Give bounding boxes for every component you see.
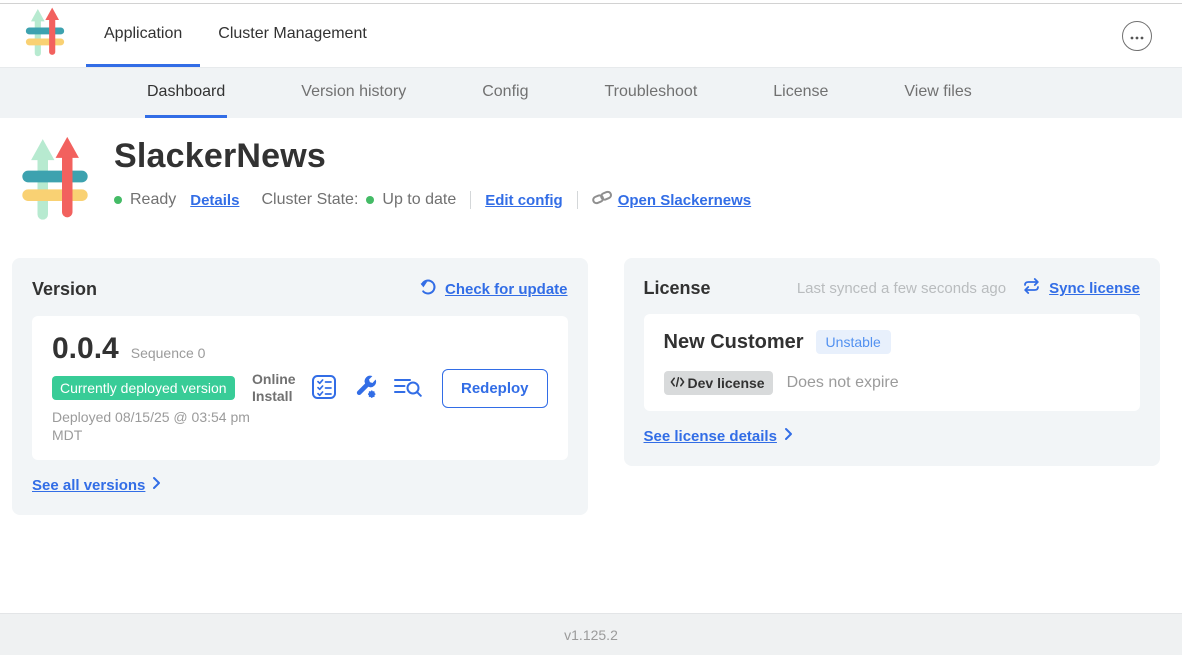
subtab-dashboard[interactable]: Dashboard <box>145 68 227 118</box>
edit-config-button[interactable] <box>352 374 378 403</box>
tab-application-label: Application <box>104 25 182 43</box>
refresh-icon <box>419 278 437 301</box>
tab-cluster-management-label: Cluster Management <box>218 25 367 43</box>
chain-link-icon <box>592 189 612 211</box>
ready-status-text: Ready <box>130 191 176 209</box>
license-details-panel: New Customer Unstable Dev license <box>644 314 1140 411</box>
subtab-version-history[interactable]: Version history <box>299 68 408 118</box>
version-number-row: 0.0.4 Sequence 0 <box>52 332 252 366</box>
lines-magnifier-icon <box>393 376 423 401</box>
check-for-update-link[interactable]: Check for update <box>445 281 568 298</box>
app-sub-nav: Dashboard Version history Config Trouble… <box>0 68 1182 118</box>
current-version-panel: 0.0.4 Sequence 0 Currently deployed vers… <box>32 316 568 460</box>
chevron-right-icon <box>784 427 793 446</box>
checklist-icon <box>311 374 337 403</box>
top-nav-spacer <box>385 4 1122 67</box>
subtab-version-history-label: Version history <box>301 83 406 101</box>
version-controls: Online Install <box>252 369 548 408</box>
license-expiry-text: Does not expire <box>787 374 899 392</box>
ready-status-dot <box>114 196 122 204</box>
subtab-license-label: License <box>773 83 828 101</box>
channel-badge: Unstable <box>816 330 891 354</box>
subtab-view-files[interactable]: View files <box>902 68 973 118</box>
divider <box>470 191 471 209</box>
check-update-group[interactable]: Check for update <box>419 278 568 301</box>
view-logs-button[interactable] <box>393 376 423 401</box>
dashboard-cards: Version Check for update 0.0.4 Sequ <box>12 258 1160 515</box>
deployed-timestamp: Deployed 08/15/25 @ 03:54 pm MDT <box>52 408 252 444</box>
see-license-details-label[interactable]: See license details <box>644 428 777 445</box>
wrench-gear-icon <box>352 374 378 403</box>
ellipsis-icon <box>1130 28 1144 43</box>
license-type-badge: Dev license <box>664 371 773 395</box>
page-title: SlackerNews <box>114 137 751 176</box>
last-synced-text: Last synced a few seconds ago <box>797 280 1006 297</box>
sequence-label: Sequence 0 <box>131 345 206 361</box>
subtab-license[interactable]: License <box>771 68 830 118</box>
console-version: v1.125.2 <box>564 627 618 643</box>
license-card: License Last synced a few seconds ago Sy… <box>624 258 1160 466</box>
tab-cluster-management[interactable]: Cluster Management <box>200 4 385 67</box>
license-card-title: License <box>644 278 711 299</box>
tab-application[interactable]: Application <box>86 4 200 67</box>
sync-license-group: Last synced a few seconds ago Sync licen… <box>797 278 1140 299</box>
redeploy-button[interactable]: Redeploy <box>442 369 548 408</box>
license-type-badge-label: Dev license <box>688 375 765 391</box>
chevron-right-icon <box>152 476 161 495</box>
console-footer: v1.125.2 <box>0 613 1182 655</box>
top-nav-tabs: Application Cluster Management <box>86 4 385 67</box>
app-status-row: Ready Details Cluster State: Up to date … <box>114 189 751 211</box>
version-card: Version Check for update 0.0.4 Sequ <box>12 258 588 515</box>
license-type-row: Dev license Does not expire <box>664 371 1120 395</box>
deployed-version-badge: Currently deployed version <box>52 376 235 400</box>
sync-arrows-icon <box>1022 278 1041 299</box>
subtab-dashboard-label: Dashboard <box>147 83 225 101</box>
customer-name: New Customer <box>664 331 804 354</box>
hash-arrows-logo-icon <box>24 7 66 64</box>
see-license-details-link[interactable]: See license details <box>644 427 793 446</box>
cluster-state-label: Cluster State: <box>261 191 358 209</box>
preflight-checks-button[interactable] <box>311 374 337 403</box>
divider <box>577 191 578 209</box>
code-brackets-icon <box>670 375 685 391</box>
version-card-header: Version Check for update <box>32 278 568 301</box>
see-all-versions-link[interactable]: See all versions <box>32 476 161 495</box>
version-info-column: 0.0.4 Sequence 0 Currently deployed vers… <box>52 332 252 444</box>
customer-row: New Customer Unstable <box>664 330 1120 354</box>
open-app-link[interactable]: Open Slackernews <box>618 192 751 209</box>
version-card-title: Version <box>32 279 97 300</box>
dashboard-main: SlackerNews Ready Details Cluster State:… <box>0 118 1182 613</box>
cluster-state-text: Up to date <box>382 191 456 209</box>
app-header-text: SlackerNews Ready Details Cluster State:… <box>114 135 751 258</box>
app-logo-large <box>20 135 90 258</box>
subtab-config[interactable]: Config <box>480 68 530 118</box>
version-number: 0.0.4 <box>52 332 119 366</box>
open-app-link-group[interactable]: Open Slackernews <box>592 189 751 211</box>
subtab-troubleshoot[interactable]: Troubleshoot <box>602 68 699 118</box>
overflow-menu-button[interactable] <box>1122 21 1152 51</box>
see-all-versions-label[interactable]: See all versions <box>32 477 145 494</box>
license-card-header: License Last synced a few seconds ago Sy… <box>644 278 1140 299</box>
details-link[interactable]: Details <box>190 192 239 209</box>
hash-arrows-logo-icon <box>20 212 90 229</box>
subtab-view-files-label: View files <box>904 83 971 101</box>
subtab-config-label: Config <box>482 83 528 101</box>
cluster-status-dot <box>366 196 374 204</box>
install-type-label: Online Install <box>252 371 296 405</box>
top-nav: Application Cluster Management <box>0 4 1182 68</box>
edit-config-link[interactable]: Edit config <box>485 192 563 209</box>
app-logo <box>24 4 66 67</box>
subtab-troubleshoot-label: Troubleshoot <box>604 83 697 101</box>
sync-license-link[interactable]: Sync license <box>1049 280 1140 297</box>
app-header: SlackerNews Ready Details Cluster State:… <box>0 118 1182 258</box>
